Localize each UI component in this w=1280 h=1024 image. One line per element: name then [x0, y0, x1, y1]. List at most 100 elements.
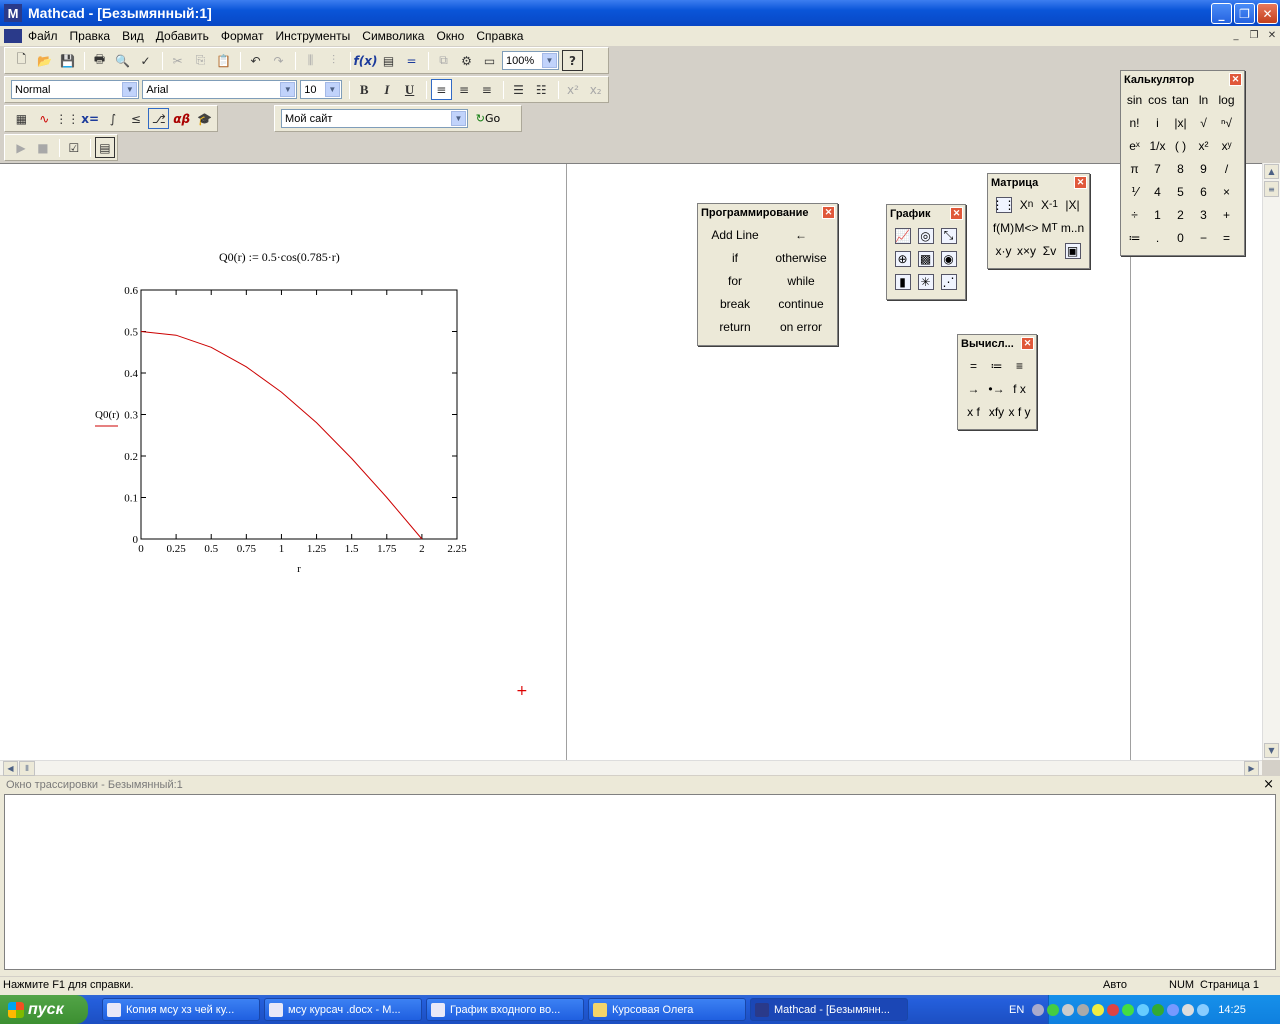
- subscript-icon[interactable]: Xn: [1015, 193, 1038, 216]
- cut-icon[interactable]: ✂: [167, 50, 188, 71]
- calc-key[interactable]: 4: [1146, 180, 1169, 203]
- menu-file[interactable]: Файл: [22, 29, 64, 43]
- tray-app-icon[interactable]: [1077, 1003, 1090, 1016]
- tray-expand-icon[interactable]: [1032, 1003, 1045, 1016]
- insert-hyperlink-icon[interactable]: ▭: [479, 50, 500, 71]
- transpose-icon[interactable]: MT: [1038, 216, 1061, 239]
- eval-prefix[interactable]: f x: [1008, 377, 1031, 400]
- 3d-scatter-icon[interactable]: ◉: [940, 250, 957, 267]
- programming-toolbar-icon[interactable]: ⎇: [148, 108, 170, 129]
- menu-edit[interactable]: Правка: [64, 29, 117, 43]
- task-button[interactable]: График входного во...: [426, 998, 584, 1021]
- boolean-toolbar-icon[interactable]: ≤: [126, 108, 147, 129]
- italic-button[interactable]: I: [377, 79, 398, 100]
- graph-toolbar-icon[interactable]: ∿: [34, 108, 55, 129]
- close-icon[interactable]: ✕: [1074, 176, 1087, 189]
- calc-key[interactable]: |x|: [1169, 111, 1192, 134]
- sum-icon[interactable]: Σv: [1038, 239, 1061, 262]
- menu-symbolics[interactable]: Символика: [356, 29, 430, 43]
- evaluation-toolbar-icon[interactable]: x=: [80, 108, 101, 129]
- picture-icon[interactable]: ▣: [1064, 242, 1081, 259]
- range-variable-icon[interactable]: m..n: [1061, 216, 1084, 239]
- calc-key[interactable]: i: [1146, 111, 1169, 134]
- tray-app-icon[interactable]: [1047, 1003, 1060, 1016]
- calc-key[interactable]: ⁿ√: [1215, 111, 1238, 134]
- prog-while[interactable]: while: [768, 269, 834, 292]
- calc-key[interactable]: /: [1215, 157, 1238, 180]
- calc-key[interactable]: 7: [1146, 157, 1169, 180]
- calc-key[interactable]: 3: [1192, 203, 1215, 226]
- spellcheck-icon[interactable]: ✓: [135, 50, 156, 71]
- calc-key[interactable]: log: [1215, 88, 1238, 111]
- dot-product-icon[interactable]: x·y: [992, 239, 1015, 262]
- tray-app-icon[interactable]: [1137, 1003, 1150, 1016]
- align-left-icon[interactable]: ≡: [430, 79, 452, 100]
- calc-key[interactable]: tan: [1169, 88, 1192, 111]
- go-button[interactable]: ↻ Go: [471, 108, 505, 129]
- surface-plot-icon[interactable]: ⊕: [894, 250, 911, 267]
- calc-key[interactable]: 1: [1146, 203, 1169, 226]
- tray-app-icon[interactable]: [1092, 1003, 1105, 1016]
- graph-palette-header[interactable]: График ✕: [887, 205, 965, 222]
- calc-key[interactable]: =: [1215, 226, 1238, 249]
- zoom-plot-icon[interactable]: ⤡: [940, 227, 957, 244]
- tray-app-icon[interactable]: [1182, 1003, 1195, 1016]
- programming-palette-header[interactable]: Программирование ✕: [698, 204, 837, 221]
- calc-key[interactable]: x²: [1192, 134, 1215, 157]
- bullets-icon[interactable]: ☰: [508, 79, 529, 100]
- close-icon[interactable]: ✕: [950, 207, 963, 220]
- calc-key[interactable]: 8: [1169, 157, 1192, 180]
- chevron-down-icon[interactable]: ▼: [280, 82, 296, 97]
- eval-postfix[interactable]: x f: [962, 400, 985, 423]
- prog-on-error[interactable]: on error: [768, 315, 834, 338]
- tray-app-icon[interactable]: [1107, 1003, 1120, 1016]
- maximize-button[interactable]: ❐: [1234, 3, 1255, 24]
- close-button[interactable]: ✕: [1257, 3, 1278, 24]
- vector-field-icon[interactable]: ✳: [917, 273, 934, 290]
- stop-icon[interactable]: ■: [33, 137, 53, 158]
- matrix-insert-icon[interactable]: ⋮⋮: [992, 196, 1016, 213]
- calc-key[interactable]: ⅟: [1123, 180, 1146, 203]
- matrix-palette-header[interactable]: Матрица ✕: [988, 174, 1089, 191]
- calc-key[interactable]: cos: [1146, 88, 1169, 111]
- symbolic-toolbar-icon[interactable]: 🎓: [194, 108, 215, 129]
- menu-window[interactable]: Окно: [430, 29, 470, 43]
- 3d-bar-icon[interactable]: ▮: [894, 273, 911, 290]
- menu-format[interactable]: Формат: [215, 29, 270, 43]
- insert-unit-icon[interactable]: ▤: [378, 50, 399, 71]
- calc-key[interactable]: π: [1123, 157, 1146, 180]
- chevron-down-icon[interactable]: ▼: [451, 111, 466, 126]
- debug-icon[interactable]: ☑: [64, 137, 84, 158]
- calc-key[interactable]: 0: [1169, 226, 1192, 249]
- close-icon[interactable]: ✕: [1021, 337, 1034, 350]
- superscript-icon[interactable]: x²: [563, 79, 584, 100]
- tray-app-icon[interactable]: [1122, 1003, 1135, 1016]
- matrix-toolbar-icon[interactable]: ⋮⋮: [55, 108, 79, 129]
- align-down-icon[interactable]: ⫶: [323, 50, 344, 71]
- trace-window-icon[interactable]: ▤: [94, 137, 115, 158]
- task-button[interactable]: мсу курсач .docx - М...: [264, 998, 422, 1021]
- calc-key[interactable]: +: [1215, 203, 1238, 226]
- calculate-icon[interactable]: =: [401, 50, 422, 71]
- numbering-icon[interactable]: ☷: [531, 79, 552, 100]
- xy-plot-icon[interactable]: 📈: [894, 227, 911, 244]
- print-preview-icon[interactable]: 🔍: [112, 50, 133, 71]
- language-indicator[interactable]: EN: [1009, 1004, 1024, 1016]
- calc-key[interactable]: ln: [1192, 88, 1215, 111]
- function-definition[interactable]: Q0(r) := 0.5·cos(0.785·r): [219, 250, 340, 265]
- calc-key[interactable]: ×: [1215, 180, 1238, 203]
- close-icon[interactable]: ×: [1263, 777, 1274, 792]
- vertical-scrollbar[interactable]: ▲ ≡ ▼: [1262, 163, 1280, 760]
- calc-key[interactable]: n!: [1123, 111, 1146, 134]
- calc-key[interactable]: 1/x: [1146, 134, 1169, 157]
- cross-product-icon[interactable]: x×y: [1015, 239, 1038, 262]
- insert-component-icon[interactable]: ⧉: [433, 50, 454, 71]
- calc-key[interactable]: √: [1192, 111, 1215, 134]
- calc-key[interactable]: 9: [1192, 157, 1215, 180]
- calc-key[interactable]: −: [1192, 226, 1215, 249]
- align-right-icon[interactable]: ≡: [476, 79, 497, 100]
- contour-plot-icon[interactable]: ▩: [917, 250, 934, 267]
- eval-keyword-symbolic[interactable]: •→: [985, 377, 1008, 400]
- calc-key[interactable]: eˣ: [1123, 134, 1146, 157]
- scroll-down-icon[interactable]: ▼: [1264, 743, 1279, 758]
